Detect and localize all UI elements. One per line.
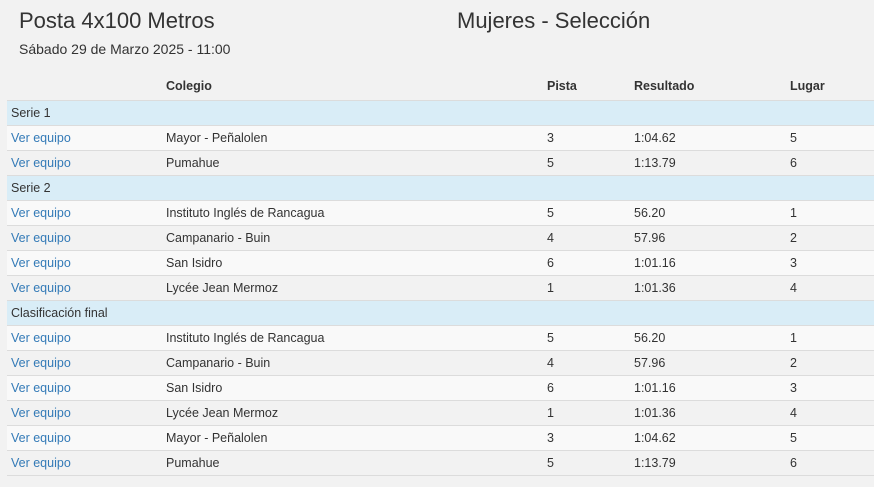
ver-equipo-link[interactable]: Ver equipo bbox=[11, 231, 71, 245]
cell-resultado: 56.20 bbox=[634, 331, 666, 345]
table-row: Ver equipo Mayor - Peñalolen 3 1:04.62 5 bbox=[7, 125, 874, 150]
header-resultado: Resultado bbox=[634, 79, 695, 93]
event-date: Sábado 29 de Marzo 2025 - 11:00 bbox=[19, 41, 231, 57]
table-body: Serie 1 Ver equipo Mayor - Peñalolen 3 1:04.… bbox=[7, 100, 874, 475]
table-row: Ver equipo Instituto Inglés de Rancagua 5 5… bbox=[7, 200, 874, 225]
ver-equipo-link[interactable]: Ver equipo bbox=[11, 131, 71, 145]
cell-lugar: 5 bbox=[790, 431, 797, 445]
cell-resultado: 1:01.16 bbox=[634, 256, 676, 270]
ver-equipo-link[interactable]: Ver equipo bbox=[11, 281, 71, 295]
cell-lugar: 1 bbox=[790, 331, 797, 345]
cell-pista: 4 bbox=[547, 356, 554, 370]
cell-pista: 1 bbox=[547, 406, 554, 420]
ver-equipo-link[interactable]: Ver equipo bbox=[11, 406, 71, 420]
ver-equipo-link[interactable]: Ver equipo bbox=[11, 256, 71, 270]
cell-colegio: Campanario - Buin bbox=[166, 231, 271, 245]
cell-colegio: Instituto Inglés de Rancagua bbox=[166, 206, 325, 220]
table-row: Ver equipo Lycée Jean Mermoz 1 1:01.36 4 bbox=[7, 400, 874, 425]
cell-colegio: Pumahue bbox=[166, 156, 220, 170]
group-name: Clasificación final bbox=[11, 306, 108, 320]
table-header: Colegio Pista Resultado Lugar bbox=[7, 73, 874, 100]
ver-equipo-link[interactable]: Ver equipo bbox=[11, 431, 71, 445]
cell-lugar: 3 bbox=[790, 381, 797, 395]
cell-pista: 3 bbox=[547, 131, 554, 145]
table-row: Ver equipo Pumahue 5 1:13.79 6 bbox=[7, 150, 874, 175]
ver-equipo-link[interactable]: Ver equipo bbox=[11, 331, 71, 345]
cell-lugar: 1 bbox=[790, 206, 797, 220]
cell-resultado: 1:01.36 bbox=[634, 281, 676, 295]
ver-equipo-link[interactable]: Ver equipo bbox=[11, 456, 71, 470]
group-header-row: Clasificación final bbox=[7, 300, 874, 325]
group-header-row: Serie 1 bbox=[7, 100, 874, 125]
header-lugar: Lugar bbox=[790, 79, 825, 93]
cell-resultado: 57.96 bbox=[634, 356, 666, 370]
cell-colegio: Instituto Inglés de Rancagua bbox=[166, 331, 325, 345]
cell-pista: 1 bbox=[547, 281, 554, 295]
cell-colegio: Mayor - Peñalolen bbox=[166, 131, 268, 145]
group-name: Serie 1 bbox=[11, 106, 51, 120]
table-row: Ver equipo Pumahue 5 1:13.79 6 bbox=[7, 450, 874, 475]
table-row: Ver equipo Campanario - Buin 4 57.96 2 bbox=[7, 225, 874, 250]
cell-pista: 5 bbox=[547, 331, 554, 345]
cell-lugar: 2 bbox=[790, 231, 797, 245]
cell-colegio: San Isidro bbox=[166, 256, 223, 270]
cell-resultado: 1:04.62 bbox=[634, 431, 676, 445]
table-bottom-border bbox=[7, 475, 874, 477]
cell-resultado: 56.20 bbox=[634, 206, 666, 220]
cell-pista: 5 bbox=[547, 456, 554, 470]
table-row: Ver equipo Lycée Jean Mermoz 1 1:01.36 4 bbox=[7, 275, 874, 300]
ver-equipo-link[interactable]: Ver equipo bbox=[11, 356, 71, 370]
table-row: Ver equipo Campanario - Buin 4 57.96 2 bbox=[7, 350, 874, 375]
cell-pista: 5 bbox=[547, 156, 554, 170]
cell-resultado: 1:01.16 bbox=[634, 381, 676, 395]
cell-colegio: Lycée Jean Mermoz bbox=[166, 406, 279, 420]
cell-lugar: 6 bbox=[790, 456, 797, 470]
table-row: Ver equipo Instituto Inglés de Rancagua 5 5… bbox=[7, 325, 874, 350]
header-pista: Pista bbox=[547, 79, 577, 93]
cell-resultado: 1:13.79 bbox=[634, 456, 676, 470]
cell-pista: 5 bbox=[547, 206, 554, 220]
event-title: Posta 4x100 Metros bbox=[19, 8, 215, 33]
cell-resultado: 1:04.62 bbox=[634, 131, 676, 145]
cell-resultado: 1:01.36 bbox=[634, 406, 676, 420]
cell-resultado: 57.96 bbox=[634, 231, 666, 245]
event-category: Mujeres - Selección bbox=[457, 8, 651, 33]
cell-pista: 4 bbox=[547, 231, 554, 245]
ver-equipo-link[interactable]: Ver equipo bbox=[11, 156, 71, 170]
table-row: Ver equipo Mayor - Peñalolen 3 1:04.62 5 bbox=[7, 425, 874, 450]
cell-resultado: 1:13.79 bbox=[634, 156, 676, 170]
cell-pista: 3 bbox=[547, 431, 554, 445]
header-colegio: Colegio bbox=[166, 79, 212, 93]
cell-colegio: San Isidro bbox=[166, 381, 223, 395]
table-row: Ver equipo San Isidro 6 1:01.16 3 bbox=[7, 375, 874, 400]
cell-lugar: 2 bbox=[790, 356, 797, 370]
cell-lugar: 6 bbox=[790, 156, 797, 170]
group-header-row: Serie 2 bbox=[7, 175, 874, 200]
ver-equipo-link[interactable]: Ver equipo bbox=[11, 206, 71, 220]
ver-equipo-link[interactable]: Ver equipo bbox=[11, 381, 71, 395]
cell-colegio: Lycée Jean Mermoz bbox=[166, 281, 279, 295]
cell-lugar: 5 bbox=[790, 131, 797, 145]
cell-lugar: 4 bbox=[790, 281, 797, 295]
cell-lugar: 3 bbox=[790, 256, 797, 270]
table-row: Ver equipo San Isidro 6 1:01.16 3 bbox=[7, 250, 874, 275]
cell-colegio: Campanario - Buin bbox=[166, 356, 271, 370]
group-name: Serie 2 bbox=[11, 181, 51, 195]
cell-colegio: Mayor - Peñalolen bbox=[166, 431, 268, 445]
cell-pista: 6 bbox=[547, 381, 554, 395]
cell-lugar: 4 bbox=[790, 406, 797, 420]
cell-pista: 6 bbox=[547, 256, 554, 270]
results-table: Colegio Pista Resultado Lugar Serie 1 Ver… bbox=[7, 73, 874, 477]
cell-colegio: Pumahue bbox=[166, 456, 220, 470]
